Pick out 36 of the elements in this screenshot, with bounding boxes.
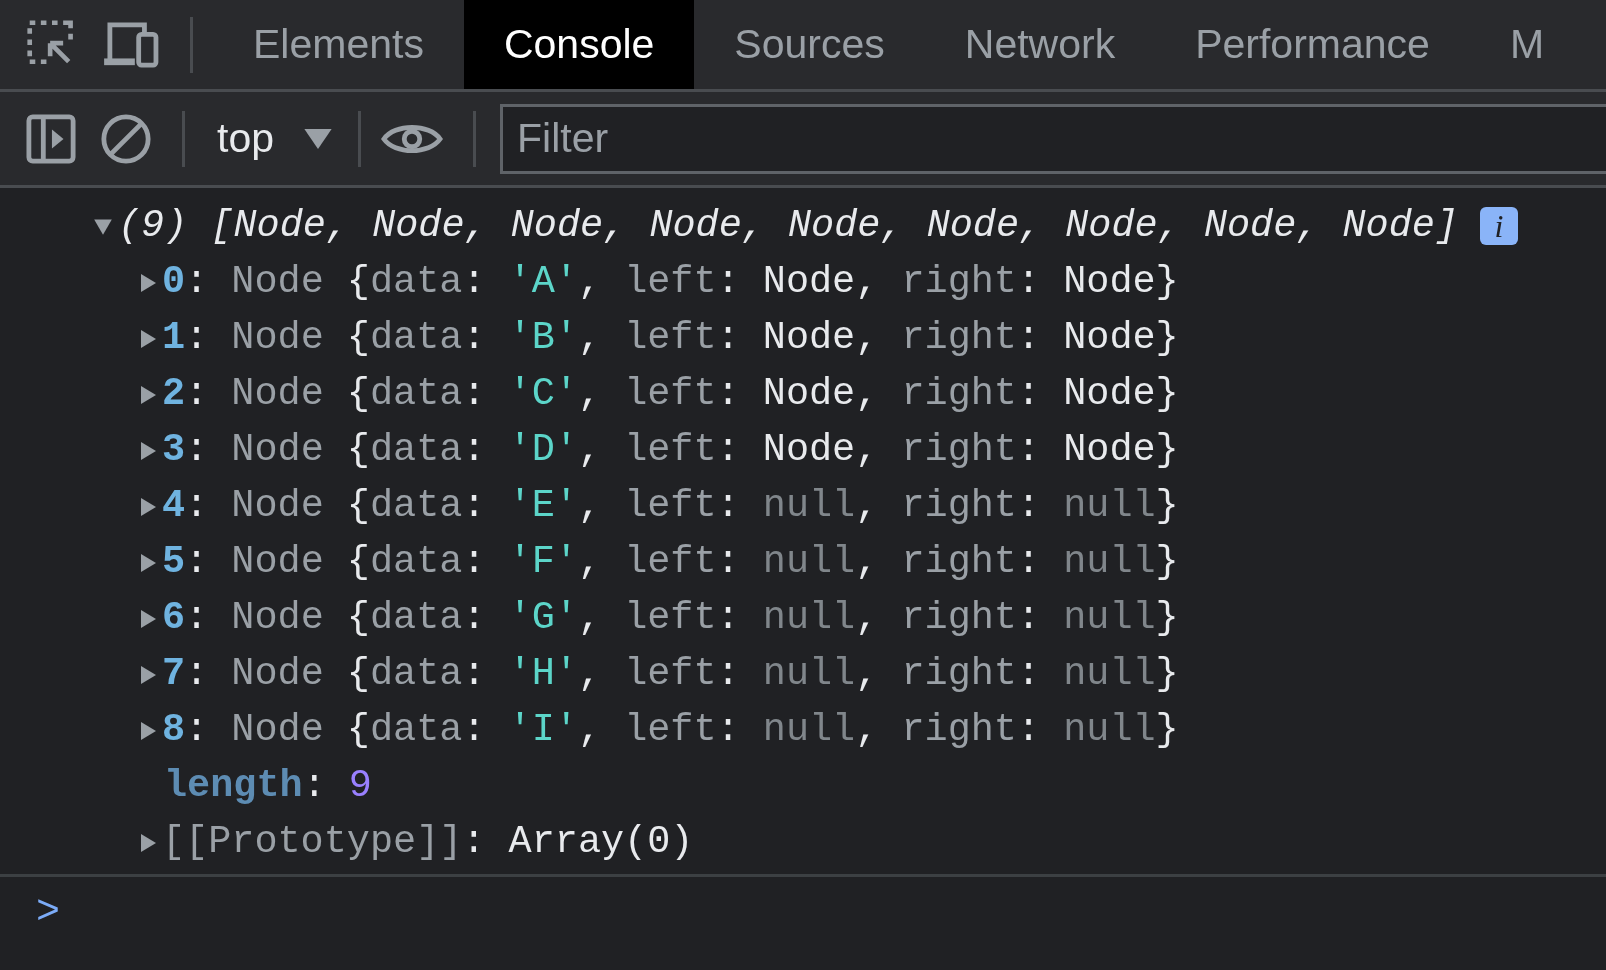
array-entry[interactable]: 6: Node {data: 'G', left: null, right: null} (162, 596, 1179, 640)
array-entry[interactable]: 4: Node {data: 'E', left: null, right: null} (162, 484, 1179, 528)
filter-field[interactable]: Filter (500, 103, 1606, 174)
array-entry[interactable]: 3: Node {data: 'D', left: Node, right: Node} (162, 428, 1179, 472)
expand-triangle-icon[interactable] (138, 607, 158, 629)
expand-triangle-icon[interactable] (138, 719, 158, 741)
array-entry[interactable]: 8: Node {data: 'I', left: null, right: null} (162, 708, 1179, 752)
panel-tab[interactable]: Performance (1155, 0, 1470, 89)
array-entry[interactable]: 1: Node {data: 'B', left: Node, right: Node} (162, 316, 1179, 360)
expand-triangle-icon[interactable] (138, 663, 158, 685)
prototype-property[interactable]: [[Prototype]]: Array(0) (162, 820, 694, 864)
panel-tab[interactable]: Elements (213, 0, 464, 89)
array-entry[interactable]: 2: Node {data: 'C', left: Node, right: Node} (162, 372, 1179, 416)
expand-triangle-icon[interactable] (138, 495, 158, 517)
array-entry[interactable]: 0: Node {data: 'A', left: Node, right: Node} (162, 260, 1179, 304)
expand-triangle-icon[interactable] (138, 831, 158, 853)
panel-tab[interactable]: M (1469, 0, 1585, 89)
expand-triangle-icon[interactable] (138, 551, 158, 573)
sidebar-toggle-icon[interactable] (26, 113, 76, 164)
caret-icon (304, 128, 332, 149)
array-entry[interactable]: 7: Node {data: 'H', left: null, right: null} (162, 652, 1179, 696)
panel-tab[interactable]: Console (463, 0, 695, 89)
device-toolbar-icon[interactable] (102, 20, 160, 69)
expand-triangle-icon[interactable] (138, 327, 158, 349)
clear-console-icon[interactable] (100, 112, 152, 165)
context-dropdown[interactable]: top (205, 115, 352, 162)
info-badge[interactable]: i (1480, 207, 1519, 245)
expand-triangle-icon[interactable] (138, 271, 158, 293)
length-property: length: 9 (164, 764, 372, 808)
expand-triangle-icon[interactable] (138, 439, 158, 461)
expand-triangle-icon[interactable] (138, 383, 158, 405)
console-prompt[interactable]: > (36, 889, 60, 935)
panel-tab[interactable]: Sources (694, 0, 925, 89)
panel-tab[interactable]: Network (924, 0, 1156, 89)
array-entry[interactable]: 5: Node {data: 'F', left: null, right: null} (162, 540, 1179, 584)
array-summary[interactable]: (9) [Node, Node, Node, Node, Node, Node, Node, Node, Node] (118, 204, 1459, 248)
